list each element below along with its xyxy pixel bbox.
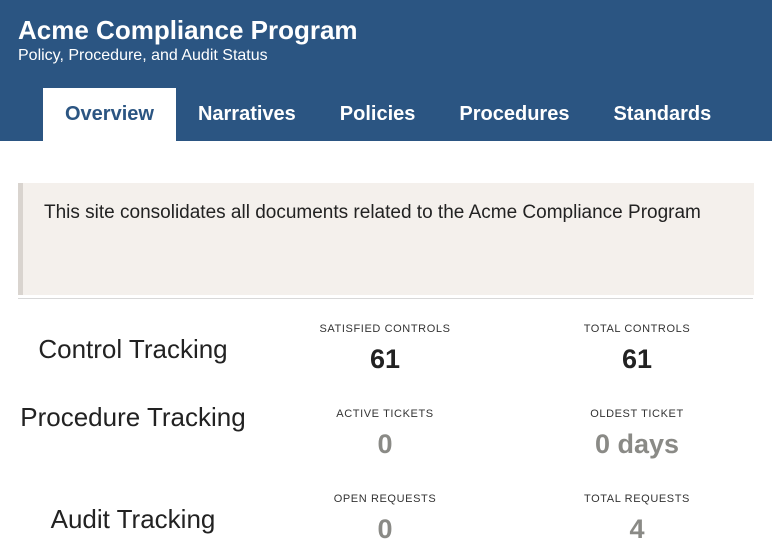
site-subtitle: Policy, Procedure, and Audit Status <box>18 47 268 64</box>
oldest-ticket-label: OLDEST TICKET <box>590 408 684 420</box>
satisfied-controls-stat: SATISFIED CONTROLS 61 <box>285 322 485 376</box>
site-header: Acme Compliance Program Policy, Procedur… <box>0 0 772 141</box>
section-divider <box>18 298 753 299</box>
total-controls-value: 61 <box>621 344 653 374</box>
active-tickets-label: ACTIVE TICKETS <box>336 408 434 420</box>
site-title: Acme Compliance Program <box>18 15 358 45</box>
total-controls-label: TOTAL CONTROLS <box>583 323 691 335</box>
active-tickets-value: 0 <box>377 429 393 459</box>
procedure-tracking-label: Procedure Tracking <box>20 402 246 432</box>
open-requests-value: 0 <box>377 514 393 544</box>
open-requests-label: OPEN REQUESTS <box>333 493 437 505</box>
open-requests-stat: OPEN REQUESTS 0 <box>285 492 485 546</box>
tab-procedures[interactable]: Procedures <box>437 88 591 141</box>
tab-standards[interactable]: Standards <box>591 88 733 141</box>
audit-tracking-label: Audit Tracking <box>50 504 216 534</box>
satisfied-controls-label: SATISFIED CONTROLS <box>319 323 451 335</box>
total-requests-stat: TOTAL REQUESTS 4 <box>537 492 737 546</box>
active-tickets-stat: ACTIVE TICKETS 0 <box>285 407 485 461</box>
intro-notice-text: This site consolidates all documents rel… <box>44 202 701 223</box>
tab-overview[interactable]: Overview <box>43 88 176 141</box>
tab-narratives[interactable]: Narratives <box>176 88 318 141</box>
total-controls-stat: TOTAL CONTROLS 61 <box>537 322 737 376</box>
tab-policies[interactable]: Policies <box>318 88 438 141</box>
control-tracking-label: Control Tracking <box>38 334 228 364</box>
oldest-ticket-value: 0 days <box>594 429 680 459</box>
oldest-ticket-stat: OLDEST TICKET 0 days <box>537 407 737 461</box>
total-requests-label: TOTAL REQUESTS <box>584 493 690 505</box>
nav-tabs: Overview Narratives Policies Procedures … <box>43 88 733 141</box>
total-requests-value: 4 <box>629 514 645 544</box>
satisfied-controls-value: 61 <box>369 344 401 374</box>
intro-notice: This site consolidates all documents rel… <box>18 183 754 295</box>
